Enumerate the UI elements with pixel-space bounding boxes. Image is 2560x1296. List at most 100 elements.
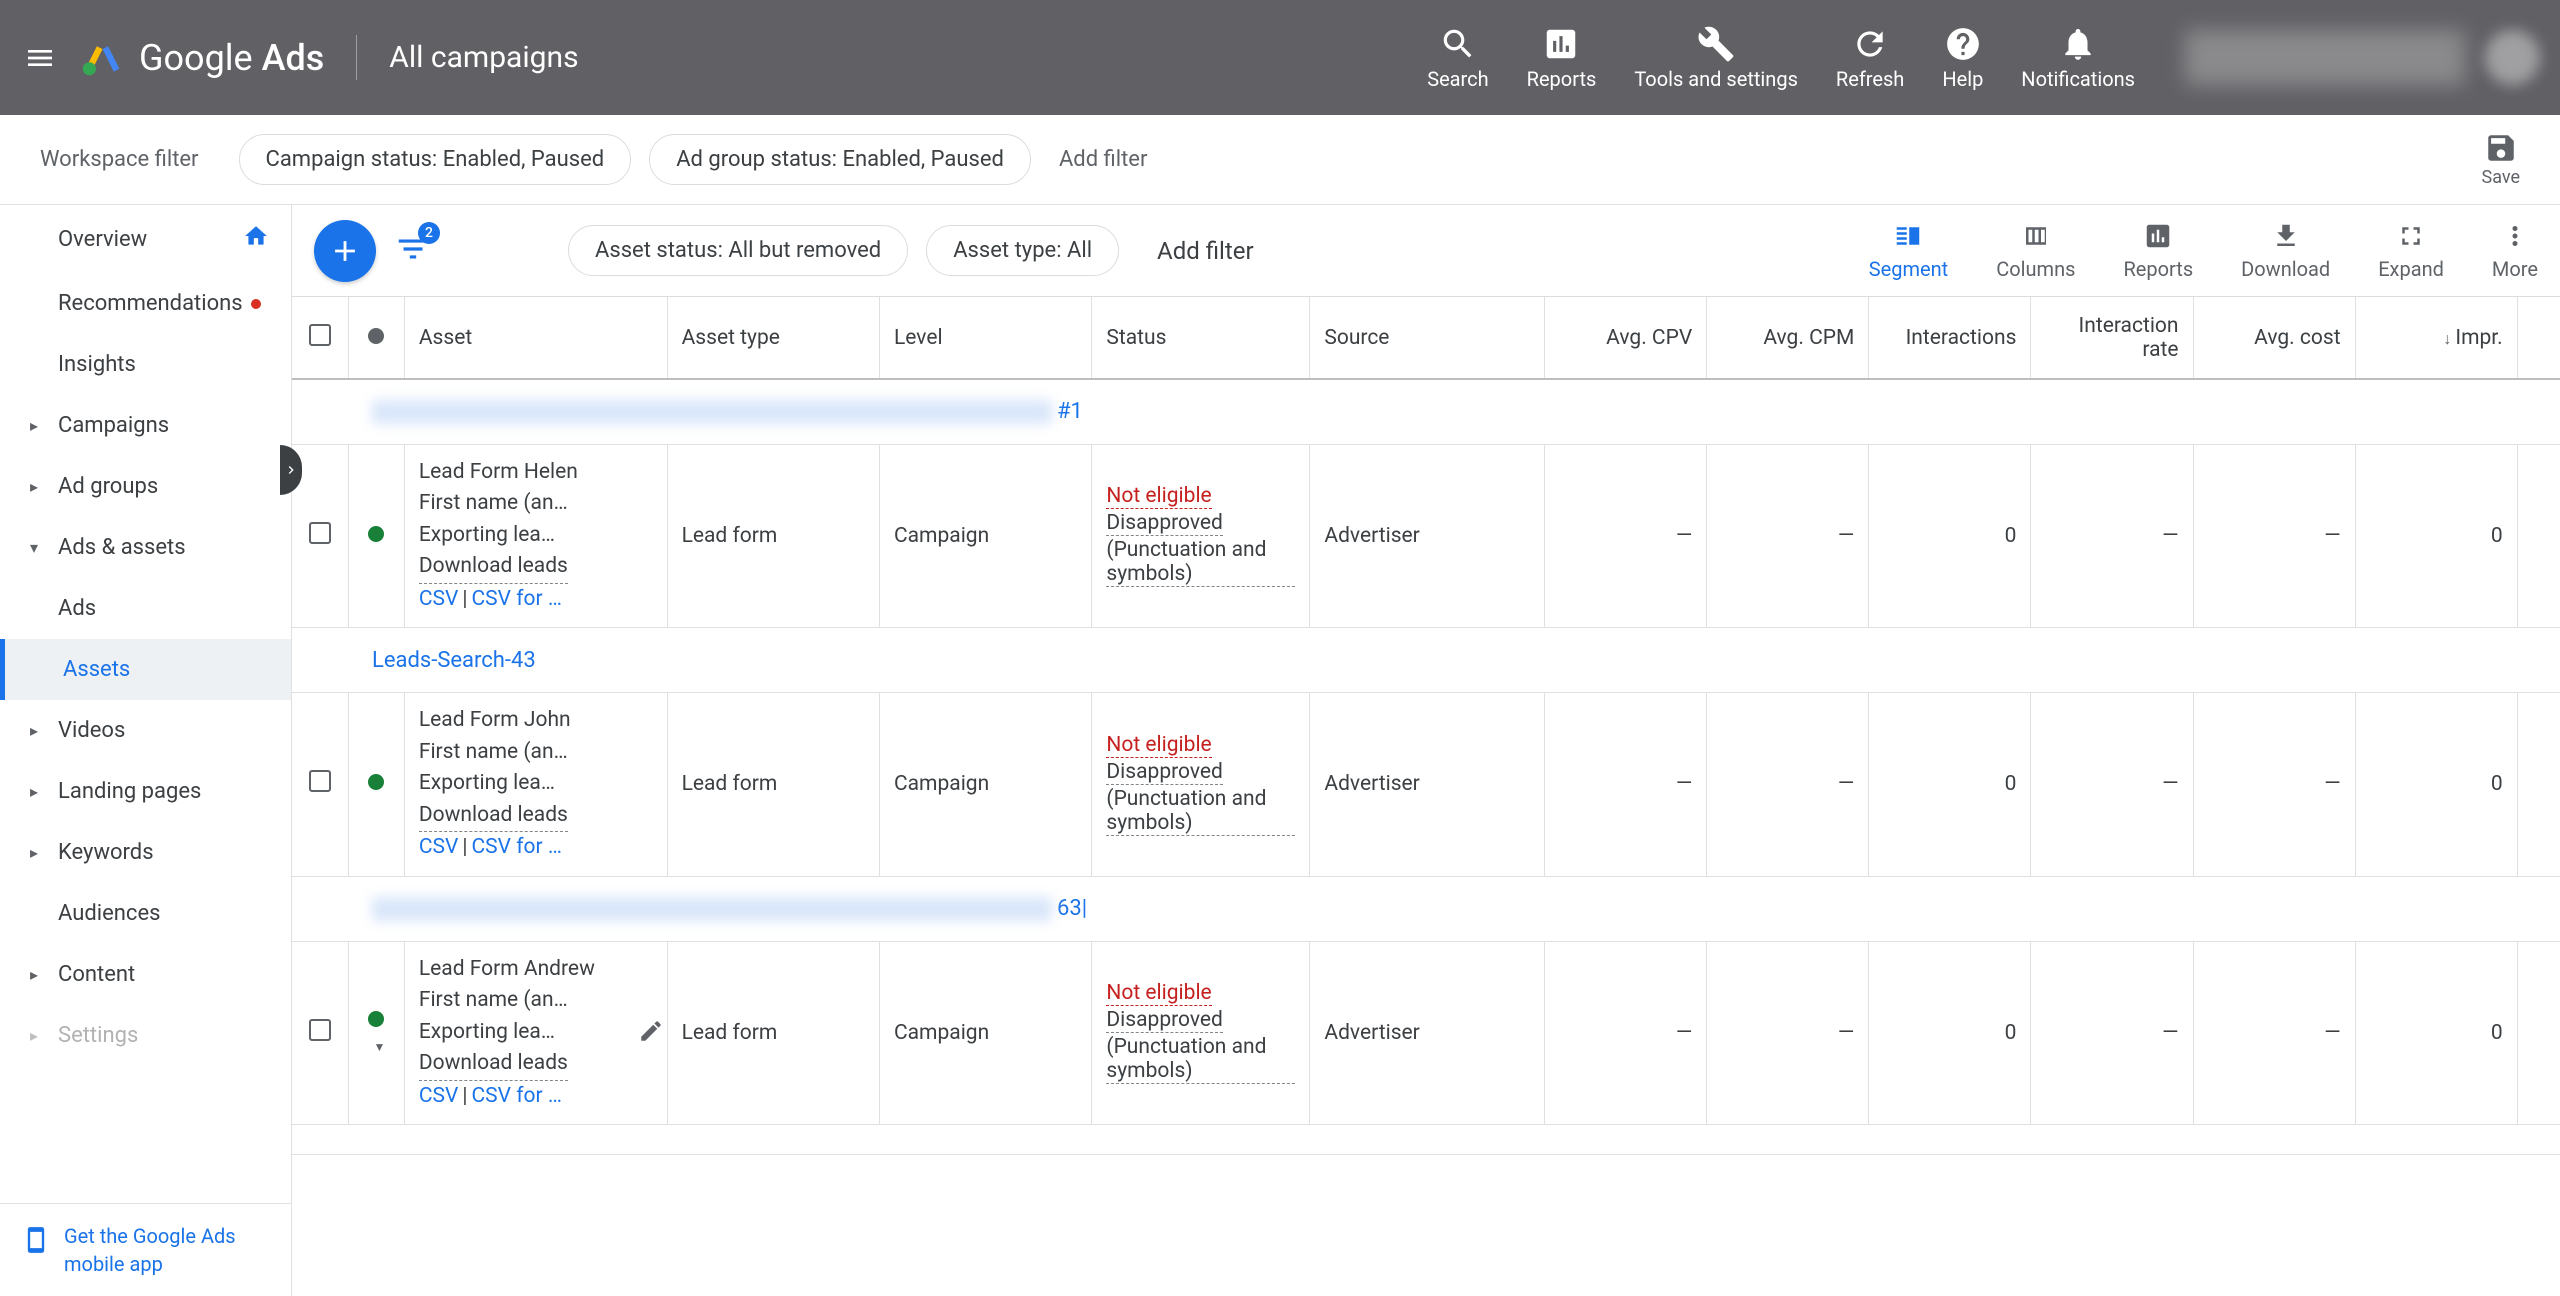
header-clicks[interactable]: Clicks	[2517, 297, 2560, 379]
header-impr[interactable]: ↓Impr.	[2355, 297, 2517, 379]
chevron-down-icon[interactable]: ▼	[373, 1040, 385, 1054]
status-disapproved[interactable]: Disapproved	[1106, 511, 1222, 536]
sidebar-item-recommendations[interactable]: Recommendations	[0, 273, 291, 334]
sidebar-item-landing-pages[interactable]: Landing pages	[0, 761, 291, 822]
notifications-button[interactable]: Notifications	[2021, 25, 2135, 91]
status-reason[interactable]: (Punctuation and symbols)	[1106, 787, 1295, 836]
sidebar-item-settings[interactable]: Settings	[0, 1005, 291, 1066]
status-dot-enabled[interactable]	[368, 1011, 384, 1027]
csv-link[interactable]: CSV	[419, 835, 459, 859]
header-interaction-rate[interactable]: Interaction rate	[2031, 297, 2193, 379]
account-info	[2185, 30, 2465, 85]
account-block[interactable]	[2185, 30, 2540, 85]
csv-for-link[interactable]: CSV for …	[472, 835, 562, 859]
add-filter-button[interactable]: Add filter	[1059, 147, 1147, 172]
home-icon	[243, 223, 269, 255]
status-eligible[interactable]: Not eligible	[1106, 484, 1211, 509]
header-status[interactable]: Status	[1092, 297, 1310, 379]
campaign-name-link[interactable]: Leads-Search-43	[372, 648, 536, 673]
header-asset[interactable]: Asset	[404, 297, 667, 379]
expand-button[interactable]: Expand	[2378, 221, 2444, 281]
tools-settings-button[interactable]: Tools and settings	[1634, 25, 1798, 91]
status-disapproved[interactable]: Disapproved	[1106, 760, 1222, 785]
sidebar-item-videos[interactable]: Videos	[0, 700, 291, 761]
hamburger-menu-icon[interactable]	[20, 38, 60, 78]
campaign-name-link[interactable]: 63|	[1057, 896, 1087, 921]
help-button[interactable]: Help	[1942, 25, 1983, 91]
header-asset-type[interactable]: Asset type	[667, 297, 879, 379]
asset-title: Lead Form John	[419, 705, 619, 737]
csv-for-link[interactable]: CSV for …	[472, 1084, 562, 1108]
interactions-cell: 0	[1869, 941, 2031, 1125]
level-cell: Campaign	[879, 444, 1091, 628]
chip-asset-status[interactable]: Asset status: All but removed	[568, 225, 908, 276]
avg-cost-cell: —	[2193, 444, 2355, 628]
filter-chip-adgroup-status[interactable]: Ad group status: Enabled, Paused	[649, 134, 1031, 185]
sidebar-item-ads-assets[interactable]: Ads & assets	[0, 517, 291, 578]
csv-for-link[interactable]: CSV for …	[472, 587, 562, 611]
avg-cpm-cell: —	[1707, 693, 1869, 877]
interactions-cell: 0	[1869, 444, 2031, 628]
sidebar-item-keywords[interactable]: Keywords	[0, 822, 291, 883]
sidebar-item-content[interactable]: Content	[0, 944, 291, 1005]
row-checkbox[interactable]	[309, 770, 331, 792]
download-leads[interactable]: Download leads	[419, 551, 568, 584]
sidebar-item-insights[interactable]: Insights	[0, 334, 291, 395]
status-eligible[interactable]: Not eligible	[1106, 981, 1211, 1006]
more-button[interactable]: More	[2492, 221, 2538, 281]
header-level[interactable]: Level	[879, 297, 1091, 379]
download-button[interactable]: Download	[2241, 221, 2330, 281]
assets-toolbar: 2 Asset status: All but removed Asset ty…	[292, 205, 2560, 297]
header-avg-cost[interactable]: Avg. cost	[2193, 297, 2355, 379]
header-interactions[interactable]: Interactions	[1869, 297, 2031, 379]
mobile-app-promo[interactable]: Get the Google Ads mobile app	[0, 1203, 291, 1296]
avg-cpm-cell: —	[1707, 444, 1869, 628]
add-asset-fab[interactable]	[314, 220, 376, 282]
avatar[interactable]	[2485, 30, 2540, 85]
campaign-group-row: 63|	[292, 876, 2560, 941]
chip-asset-type[interactable]: Asset type: All	[926, 225, 1119, 276]
asset-type-cell: Lead form	[667, 693, 879, 877]
toolbar-add-filter[interactable]: Add filter	[1157, 237, 1254, 265]
google-ads-logo[interactable]: Google Ads	[80, 35, 324, 80]
refresh-button[interactable]: Refresh	[1836, 25, 1904, 91]
status-reason[interactable]: (Punctuation and symbols)	[1106, 538, 1295, 587]
status-dot-enabled[interactable]	[368, 526, 384, 542]
save-button[interactable]: Save	[2482, 131, 2521, 188]
header-avg-cpv[interactable]: Avg. CPV	[1545, 297, 1707, 379]
edit-icon[interactable]	[638, 1018, 668, 1048]
row-checkbox[interactable]	[309, 522, 331, 544]
filter-chip-campaign-status[interactable]: Campaign status: Enabled, Paused	[239, 134, 632, 185]
status-dot-enabled[interactable]	[368, 774, 384, 790]
sidebar-item-audiences[interactable]: Audiences	[0, 883, 291, 944]
download-leads[interactable]: Download leads	[419, 800, 568, 833]
status-disapproved[interactable]: Disapproved	[1106, 1008, 1222, 1033]
csv-link[interactable]: CSV	[419, 587, 459, 611]
csv-link[interactable]: CSV	[419, 1084, 459, 1108]
assets-table-container[interactable]: Asset Asset type Level Status Source Avg…	[292, 297, 2560, 1296]
reports-button[interactable]: Reports	[1527, 25, 1597, 91]
search-button[interactable]: Search	[1427, 25, 1488, 91]
sidebar-item-assets[interactable]: Assets	[0, 639, 291, 700]
sidebar-item-ad-groups[interactable]: Ad groups	[0, 456, 291, 517]
campaign-name-link[interactable]: #1	[1057, 399, 1083, 424]
status-eligible[interactable]: Not eligible	[1106, 733, 1211, 758]
download-leads[interactable]: Download leads	[419, 1048, 568, 1081]
asset-export: Exporting lea…	[419, 1017, 619, 1049]
header-checkbox[interactable]	[292, 297, 348, 379]
sidebar-item-campaigns[interactable]: Campaigns	[0, 395, 291, 456]
header-status-dot[interactable]	[348, 297, 404, 379]
avg-cpv-cell: —	[1545, 444, 1707, 628]
status-reason[interactable]: (Punctuation and symbols)	[1106, 1035, 1295, 1084]
columns-button[interactable]: Columns	[1996, 221, 2075, 281]
header-source[interactable]: Source	[1310, 297, 1545, 379]
row-checkbox[interactable]	[309, 1019, 331, 1041]
asset-export: Exporting lea…	[419, 768, 619, 800]
breadcrumb[interactable]: All campaigns	[389, 40, 578, 75]
filter-icon[interactable]: 2	[394, 230, 432, 272]
segment-button[interactable]: Segment	[1869, 221, 1948, 281]
toolbar-reports-button[interactable]: Reports	[2123, 221, 2193, 281]
sidebar-item-overview[interactable]: Overview	[0, 205, 291, 273]
sidebar-item-ads[interactable]: Ads	[0, 578, 291, 639]
header-avg-cpm[interactable]: Avg. CPM	[1707, 297, 1869, 379]
